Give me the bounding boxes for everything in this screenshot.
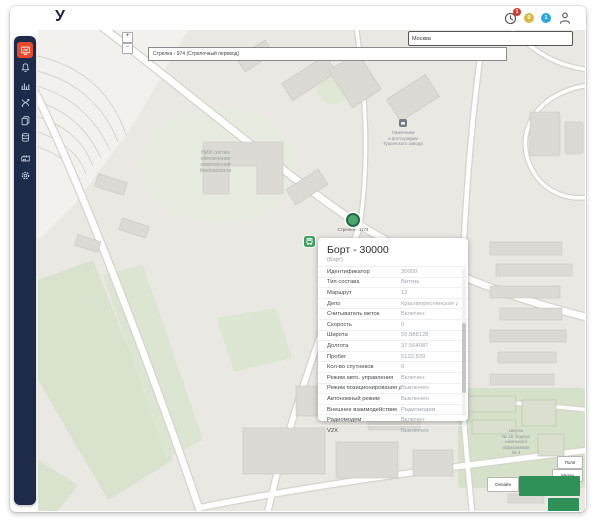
search-suggestion-item[interactable]: Стрелка - 974 (Стрелочный перевод): [148, 47, 507, 61]
museum-poi-icon[interactable]: [399, 119, 407, 127]
map-label-school: Школа№ 15. Корпусшкольногообразования№ 3: [484, 428, 548, 456]
gear-icon: [20, 170, 31, 181]
tram-marker[interactable]: [304, 236, 315, 247]
sidebar-item-documents[interactable]: [17, 112, 33, 128]
popup-scrollbar[interactable]: [462, 268, 466, 416]
header-icons: 1 0 1: [504, 11, 572, 25]
detail-row: Депо Краснопресненское депо: [318, 298, 468, 309]
tram-icon: [305, 237, 314, 246]
detail-value: 30000: [401, 269, 458, 275]
zoom-in-button[interactable]: +: [122, 32, 133, 43]
detail-label: Депо: [327, 301, 401, 307]
detail-value: Включен: [401, 375, 458, 381]
detail-value: 0: [401, 322, 458, 328]
map-canvas[interactable]: НИИ системобеспечениякомплекснойбезопасн…: [38, 30, 585, 511]
online-button[interactable]: Онлайн: [487, 477, 519, 492]
sidebar-item-settings[interactable]: [17, 167, 33, 183]
header: У 1 0 1: [10, 6, 586, 30]
detail-row: Считыватель меток Включен: [318, 308, 468, 319]
vehicle-popup-title: Борт - 30000: [318, 238, 468, 256]
database-icon: [20, 132, 31, 143]
history-badge: 1: [513, 8, 521, 16]
detail-row: Режим позиционирования депо Выключен: [318, 383, 468, 394]
detail-value: Краснопресненское депо: [401, 301, 458, 307]
detail-row: Маршрут 12: [318, 287, 468, 298]
detail-row: V2X Выключен: [318, 425, 468, 436]
info-counter[interactable]: 1: [541, 13, 551, 23]
sidebar-item-routes[interactable]: [17, 94, 33, 110]
detail-value: Включен: [401, 417, 458, 423]
detail-row: Идентификатор 30000: [318, 266, 468, 277]
detail-value: 37.564087: [401, 343, 458, 349]
detail-value: Выключен: [401, 396, 458, 402]
detail-label: Кол-во спутников: [327, 364, 401, 370]
monitoring-map-icon: [20, 45, 31, 56]
detail-label: Режим авто. управления: [327, 375, 401, 381]
detail-label: V2X: [327, 428, 401, 434]
detail-label: Радиомодем: [327, 417, 401, 423]
page: У 1 0 1: [0, 0, 600, 522]
sidebar-item-database[interactable]: [17, 129, 33, 145]
detail-row: Внешнее взаимодействие Радиомодем: [318, 404, 468, 415]
vehicle-popup: Борт - 30000 (Борт) Идентификатор 30000 …: [318, 238, 468, 421]
detail-value: 12: [401, 290, 458, 296]
detail-value: 0: [401, 364, 458, 370]
detail-label: Внешнее взаимодействие: [327, 407, 401, 413]
vehicle-popup-subtitle: (Борт): [318, 256, 468, 266]
app-window: У 1 0 1: [10, 6, 586, 512]
map-label-poi: Памятникии фотографииТушинского завода: [365, 130, 441, 147]
detail-label: Скорость: [327, 322, 401, 328]
map-label-institute: НИИ системобеспечениякомплекснойбезопасн…: [173, 150, 258, 174]
detail-value: Витязь: [401, 279, 458, 285]
detail-row: Скорость 0: [318, 319, 468, 330]
detail-value: Включен: [401, 311, 458, 317]
detail-label: Тип состава: [327, 279, 401, 285]
vehicle-details-list: Идентификатор 30000 Тип состава Витязь М…: [318, 266, 468, 436]
detail-value: 55.888128: [401, 332, 458, 338]
depot-building-icon: [20, 152, 31, 163]
warning-counter[interactable]: 0: [524, 13, 534, 23]
detail-label: Считыватель меток: [327, 311, 401, 317]
detail-label: Идентификатор: [327, 269, 401, 275]
detail-row: Широта 55.888128: [318, 330, 468, 341]
sidebar-nav: [14, 36, 36, 505]
detail-label: Долгота: [327, 343, 401, 349]
detail-row: Радиомодем Включен: [318, 414, 468, 425]
green-action-bar-small[interactable]: [548, 498, 579, 511]
detail-label: Пробег: [327, 354, 401, 360]
fields-button[interactable]: Поля: [557, 456, 583, 469]
junction-route-icon: [20, 97, 31, 108]
bar-chart-icon: [20, 80, 31, 91]
detail-row: Тип состава Витязь: [318, 277, 468, 288]
detail-label: Режим позиционирования депо: [327, 385, 401, 391]
switch-marker[interactable]: [346, 213, 360, 227]
detail-value: Выключен: [401, 428, 458, 434]
detail-row: Режим авто. управления Включен: [318, 372, 468, 383]
switch-marker-label: Стрелка - 1174: [324, 227, 382, 232]
detail-label: Автономный режим: [327, 396, 401, 402]
zoom-out-button[interactable]: −: [122, 43, 133, 54]
detail-value: Выключен: [401, 385, 458, 391]
detail-value: 5122.839: [401, 354, 458, 360]
user-profile-icon[interactable]: [558, 11, 572, 25]
detail-value: Радиомодем: [401, 407, 458, 413]
app-logo: У: [55, 8, 65, 26]
bell-icon: [20, 62, 31, 73]
sidebar-item-notifications[interactable]: [17, 59, 33, 75]
history-button[interactable]: 1: [504, 12, 517, 25]
sidebar-item-statistics[interactable]: [17, 77, 33, 93]
documents-icon: [20, 115, 31, 126]
detail-label: Маршрут: [327, 290, 401, 296]
detail-row: Долгота 37.564087: [318, 340, 468, 351]
search-input[interactable]: [408, 31, 573, 46]
detail-label: Широта: [327, 332, 401, 338]
sidebar-item-depot[interactable]: [17, 149, 33, 165]
detail-row: Пробег 5122.839: [318, 351, 468, 362]
green-action-bar-large[interactable]: [519, 476, 580, 496]
sidebar-item-monitoring[interactable]: [17, 42, 33, 58]
detail-row: Кол-во спутников 0: [318, 361, 468, 372]
popup-scrollbar-thumb[interactable]: [462, 323, 466, 393]
detail-row: Автономный режим Выключен: [318, 393, 468, 404]
